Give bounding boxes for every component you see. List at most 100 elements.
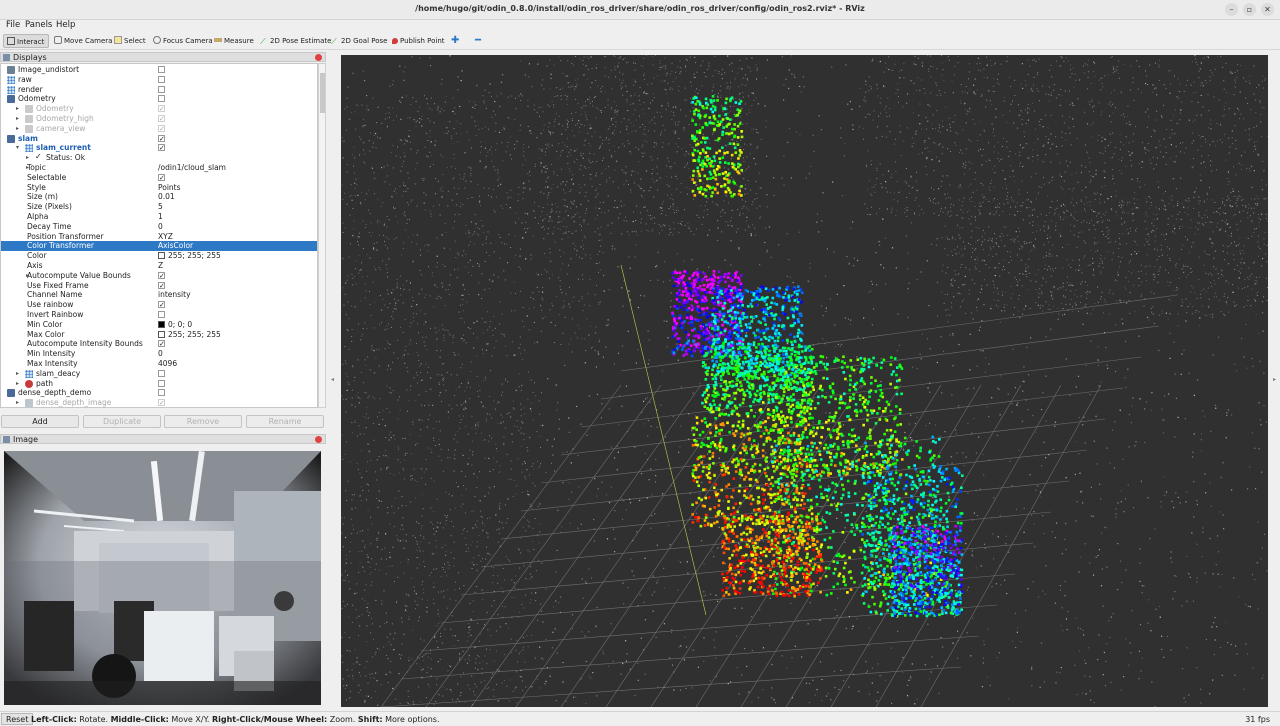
tree-row[interactable]: ▸ Odometry ✓ <box>1 104 317 114</box>
close-panel-icon[interactable] <box>315 54 322 61</box>
property-value[interactable]: Z <box>158 261 163 271</box>
tree-row[interactable]: Alpha 1 <box>1 212 317 222</box>
scrollbar-thumb[interactable] <box>320 73 325 113</box>
property-value[interactable]: 1 <box>158 212 163 222</box>
property-value[interactable]: XYZ <box>158 232 173 242</box>
enable-checkbox[interactable] <box>158 85 165 93</box>
point-cloud-scene[interactable] <box>341 55 1268 707</box>
expanded-arrow-icon[interactable]: ▾ <box>16 143 19 153</box>
enable-checkbox[interactable]: ✓ <box>158 115 165 123</box>
enable-checkbox[interactable] <box>158 66 165 73</box>
interact-tool-button[interactable]: Interact <box>3 34 49 48</box>
tree-row[interactable]: Invert Rainbow <box>1 310 317 320</box>
enable-checkbox[interactable]: ✓ <box>158 340 165 348</box>
tree-row[interactable]: Color Transformer AxisColor <box>1 241 317 252</box>
property-value[interactable]: 255; 255; 255 <box>158 251 221 261</box>
menu-file[interactable]: File <box>6 20 20 30</box>
tree-row[interactable]: Decay Time 0 <box>1 222 317 232</box>
remove-tool-minus-icon[interactable]: ━ <box>472 34 484 48</box>
tree-row[interactable]: Axis Z <box>1 261 317 271</box>
enable-checkbox[interactable]: ✓ <box>158 134 165 142</box>
collapsed-arrow-icon[interactable]: ▸ <box>16 104 19 114</box>
tree-row[interactable]: ▸ dense_depth_image ✓ <box>1 398 317 407</box>
close-window-button[interactable]: ✕ <box>1261 3 1274 16</box>
tree-row[interactable]: Position Transformer XYZ <box>1 232 317 242</box>
enable-checkbox[interactable]: ✓ <box>158 281 165 289</box>
property-value[interactable]: 5 <box>158 202 163 212</box>
tree-row[interactable]: Style Points <box>1 183 317 193</box>
tree-row[interactable]: ▾ slam_current ✓ <box>1 143 317 153</box>
collapsed-arrow-icon[interactable]: ▸ <box>16 124 19 134</box>
enable-checkbox[interactable]: ✓ <box>158 271 165 279</box>
tree-row[interactable]: ▸ Odometry_high ✓ <box>1 114 317 124</box>
move-camera-tool-button[interactable]: Move Camera <box>51 34 115 48</box>
tree-row[interactable]: Color 255; 255; 255 <box>1 251 317 261</box>
3d-render-view[interactable] <box>341 55 1268 707</box>
tree-row[interactable]: raw <box>1 75 317 85</box>
focus-camera-tool-button[interactable]: Focus Camera <box>150 34 216 48</box>
enable-checkbox[interactable] <box>158 369 165 377</box>
property-value[interactable]: 0 <box>158 222 163 232</box>
tree-row[interactable]: Selectable ✓ <box>1 173 317 183</box>
tree-row[interactable]: slam ✓ <box>1 134 317 144</box>
enable-checkbox[interactable]: ✓ <box>158 124 165 132</box>
property-value[interactable]: intensity <box>158 290 191 300</box>
tree-row[interactable]: Min Color 0; 0; 0 <box>1 320 317 330</box>
tree-row[interactable]: Use Fixed Frame ✓ <box>1 281 317 291</box>
collapsed-arrow-icon[interactable]: ▸ <box>16 379 19 389</box>
collapsed-arrow-icon[interactable]: ▸ <box>16 114 19 124</box>
pose-estimate-tool-button[interactable]: ⟋ 2D Pose Estimate <box>257 34 334 48</box>
maximize-button[interactable]: ▫ <box>1243 3 1256 16</box>
property-value[interactable]: 4096 <box>158 359 177 369</box>
tree-row[interactable]: Min Intensity 0 <box>1 349 317 359</box>
tree-scrollbar[interactable] <box>318 63 326 408</box>
tree-row[interactable]: Max Intensity 4096 <box>1 359 317 369</box>
add-button[interactable]: Add <box>1 415 79 428</box>
collapsed-arrow-icon[interactable]: ▸ <box>26 153 29 163</box>
menu-panels[interactable]: Panels <box>25 20 52 30</box>
tree-row[interactable]: ▸ Topic/odin1/cloud_slam <box>1 163 317 173</box>
goal-pose-tool-button[interactable]: ⟋ 2D Goal Pose <box>328 34 390 48</box>
tree-row[interactable]: Max Color 255; 255; 255 <box>1 330 317 340</box>
close-panel-icon[interactable] <box>315 436 322 443</box>
tree-row[interactable]: ▸ Autocompute Value Bounds ✓ <box>1 271 317 281</box>
measure-tool-button[interactable]: Measure <box>211 34 257 48</box>
enable-checkbox[interactable] <box>158 95 165 103</box>
minimize-button[interactable]: – <box>1225 3 1238 16</box>
enable-checkbox[interactable]: ✓ <box>158 105 165 113</box>
tree-row[interactable]: ▸ camera_view ✓ <box>1 124 317 134</box>
property-value[interactable]: AxisColor <box>158 241 193 251</box>
enable-checkbox[interactable]: ✓ <box>158 399 165 407</box>
tree-row[interactable]: Size (m) 0.01 <box>1 192 317 202</box>
left-dock-arrow-icon[interactable]: ◂ <box>331 376 334 383</box>
duplicate-button[interactable]: Duplicate <box>83 415 161 428</box>
property-value[interactable]: Points <box>158 183 181 193</box>
tree-row[interactable]: Odometry <box>1 94 317 104</box>
tree-row[interactable]: render <box>1 85 317 95</box>
collapsed-arrow-icon[interactable]: ▸ <box>16 398 19 407</box>
tree-row[interactable]: Size (Pixels) 5 <box>1 202 317 212</box>
tree-row[interactable]: Use rainbow ✓ <box>1 300 317 310</box>
remove-button[interactable]: Remove <box>164 415 242 428</box>
add-tool-plus-icon[interactable]: ✚ <box>448 34 462 48</box>
property-value[interactable]: 0.01 <box>158 192 175 202</box>
select-tool-button[interactable]: Select <box>111 34 149 48</box>
enable-checkbox[interactable] <box>158 311 165 318</box>
collapsed-arrow-icon[interactable]: ▸ <box>16 369 19 379</box>
tree-row[interactable]: Autocompute Intensity Bounds ✓ <box>1 339 317 349</box>
rename-button[interactable]: Rename <box>246 415 324 428</box>
right-dock-arrow-icon[interactable]: ▸ <box>1273 376 1276 383</box>
enable-checkbox[interactable]: ✓ <box>158 301 165 309</box>
menu-help[interactable]: Help <box>56 20 75 30</box>
property-value[interactable]: 255; 255; 255 <box>158 330 221 340</box>
enable-checkbox[interactable]: ✓ <box>158 144 165 152</box>
enable-checkbox[interactable]: ✓ <box>158 173 165 181</box>
property-value[interactable]: 0; 0; 0 <box>158 320 192 330</box>
enable-checkbox[interactable] <box>158 379 165 387</box>
tree-row[interactable]: Image_undistort <box>1 65 317 75</box>
reset-button[interactable]: Reset <box>1 713 34 725</box>
property-value[interactable]: /odin1/cloud_slam <box>158 163 226 173</box>
enable-checkbox[interactable] <box>158 389 165 397</box>
tree-row[interactable]: Channel Name intensity <box>1 290 317 300</box>
enable-checkbox[interactable] <box>158 75 165 83</box>
